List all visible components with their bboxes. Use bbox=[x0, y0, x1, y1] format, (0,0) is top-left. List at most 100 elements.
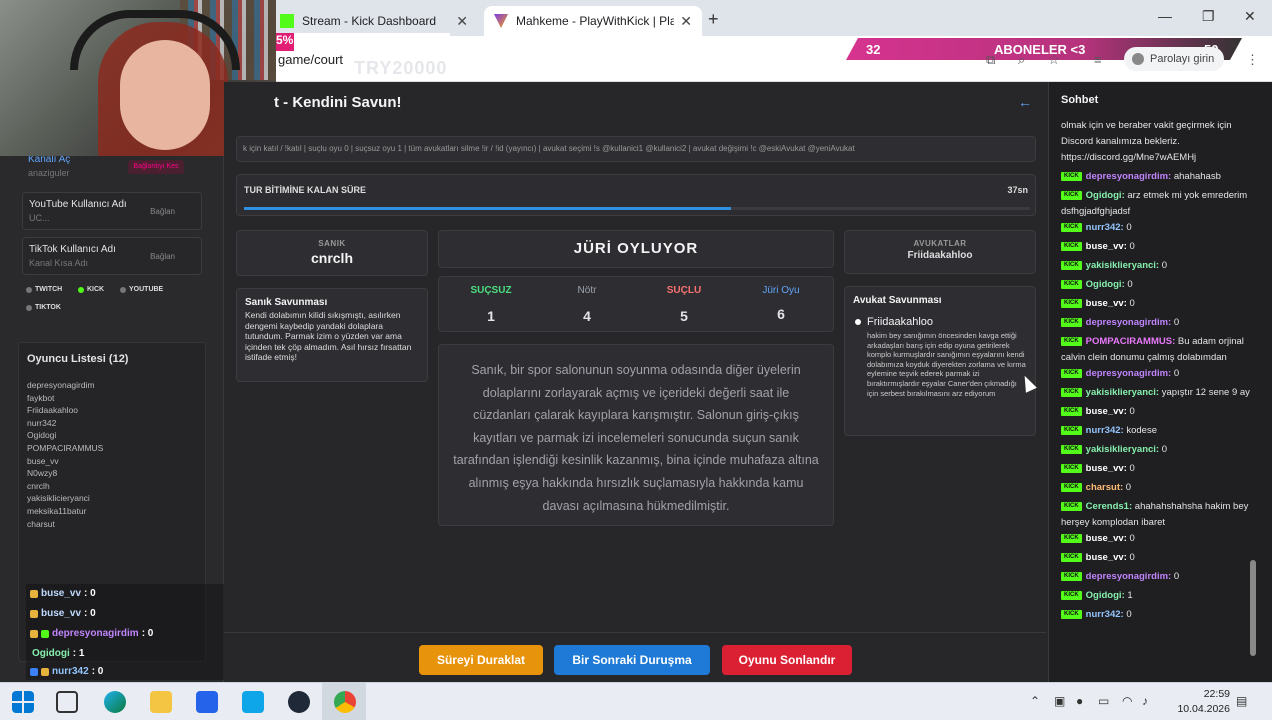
timer-value: 37sn bbox=[1007, 185, 1028, 195]
close-window-icon[interactable]: ✕ bbox=[1244, 8, 1256, 25]
chat-username[interactable]: buse_vv bbox=[1086, 552, 1124, 563]
kick-badge-icon: KICK bbox=[1061, 387, 1082, 397]
chat-messages: olmak için ve beraber vakit geçirmek içi… bbox=[1061, 118, 1251, 626]
platform-youtube[interactable]: YOUTUBE bbox=[120, 286, 163, 293]
lawyer-name: Friidaakahloo bbox=[907, 250, 973, 261]
chat-username[interactable]: nurr342 bbox=[1086, 425, 1121, 436]
profile-icon bbox=[1132, 53, 1144, 65]
chat-message: KICK POMPACIRAMMUS: Bu adam orjinal calvi… bbox=[1061, 334, 1251, 366]
end-game-button[interactable]: Oyunu Sonlandır bbox=[722, 645, 852, 675]
chat-text: 0 bbox=[1126, 552, 1135, 563]
chrome-icon[interactable] bbox=[334, 691, 356, 713]
chat-username[interactable]: depresyonagirdim bbox=[1086, 171, 1168, 182]
chat-text: 0 bbox=[1159, 260, 1168, 271]
kick-badge-icon: KICK bbox=[1061, 482, 1082, 492]
vote-count: 5 bbox=[680, 308, 688, 324]
lawyer-defense-text: hakim bey sanığımın öncesinden kavga ett… bbox=[867, 331, 1026, 398]
chat-username[interactable]: buse_vv bbox=[1086, 463, 1124, 474]
media-queue-icon[interactable]: ≡ bbox=[1094, 52, 1102, 67]
chat-username[interactable]: Ogidogi bbox=[1086, 590, 1122, 601]
tiktok-connect-button[interactable]: Bağlan bbox=[150, 252, 175, 261]
kick-badge-icon: KICK bbox=[1061, 444, 1082, 454]
close-tab-icon[interactable]: ✕ bbox=[680, 13, 692, 30]
chat-username[interactable]: buse_vv bbox=[1086, 533, 1124, 544]
back-arrow-icon[interactable]: ← bbox=[1018, 94, 1032, 110]
new-tab-icon[interactable]: + bbox=[708, 9, 719, 30]
mail-app-icon[interactable] bbox=[242, 691, 264, 713]
kick-badge-icon: KICK bbox=[1061, 222, 1082, 232]
platform-tiktok[interactable]: TIKTOK bbox=[26, 304, 61, 311]
chat-username[interactable]: buse_vv bbox=[1086, 406, 1124, 417]
system-clock[interactable]: 22:59 10.04.2026 bbox=[1177, 687, 1230, 717]
platform-twitch[interactable]: TWITCH bbox=[26, 286, 62, 293]
chat-message: KICK nurr342: 0 bbox=[1061, 220, 1251, 239]
task-view-icon[interactable] bbox=[56, 691, 78, 713]
tray-app-icon[interactable]: ▣ bbox=[1054, 694, 1065, 708]
translate-icon[interactable]: ⧉ bbox=[986, 52, 995, 68]
overlay-chat-line: depresyonagirdim: 0 bbox=[30, 628, 153, 639]
chat-text: 0 bbox=[1126, 533, 1135, 544]
chat-message: KICK depresyonagirdim: 0 bbox=[1061, 569, 1251, 588]
chat-text: 1 bbox=[1124, 590, 1133, 601]
obs-studio-icon[interactable] bbox=[288, 691, 310, 713]
chat-username[interactable]: nurr342 bbox=[1086, 609, 1121, 620]
chat-username[interactable]: depresyonagirdim bbox=[1086, 317, 1168, 328]
disconnect-button[interactable]: Bağlantıyı Kes bbox=[128, 160, 184, 174]
platform-kick[interactable]: KICK bbox=[78, 286, 104, 293]
url-field[interactable]: game/court bbox=[278, 52, 343, 67]
edge-browser-icon[interactable] bbox=[104, 691, 126, 713]
chat-username[interactable]: Cerends1 bbox=[1086, 501, 1129, 512]
chat-message: KICK buse_vv: 0 bbox=[1061, 239, 1251, 258]
chat-username[interactable]: buse_vv bbox=[1086, 298, 1124, 309]
chat-username[interactable]: yakisiklieryanci bbox=[1086, 444, 1156, 455]
tab-mahkeme[interactable]: Mahkeme - PlayWithKick | Play ✕ bbox=[484, 6, 702, 36]
browser-menu-icon[interactable]: ⋮ bbox=[1246, 52, 1259, 68]
close-tab-icon[interactable]: ✕ bbox=[456, 13, 468, 30]
chat-username[interactable]: yakisiklieryanci bbox=[1086, 387, 1156, 398]
wifi-icon[interactable]: ◠ bbox=[1122, 694, 1132, 708]
chat-username[interactable]: buse_vv bbox=[1086, 241, 1124, 252]
chat-scrollbar[interactable] bbox=[1250, 98, 1256, 658]
zoom-icon[interactable]: ⌕ bbox=[1018, 52, 1025, 68]
chat-username[interactable]: Ogidogi bbox=[1086, 279, 1122, 290]
start-menu-icon[interactable] bbox=[12, 691, 34, 713]
clock-time: 22:59 bbox=[1203, 688, 1230, 700]
defendant-defense-card: Sanık Savunması Kendi dolabımın kilidi s… bbox=[236, 288, 428, 382]
youtube-username-card[interactable]: YouTube Kullanıcı Adı UC... Bağlan bbox=[22, 192, 202, 230]
chat-text: 0 bbox=[1123, 609, 1132, 620]
platform-label: YOUTUBE bbox=[129, 286, 164, 293]
battery-icon[interactable]: ▭ bbox=[1098, 694, 1109, 708]
minimize-icon[interactable]: — bbox=[1158, 8, 1172, 24]
kick-badge-icon: KICK bbox=[1061, 241, 1082, 251]
chat-username[interactable]: depresyonagirdim bbox=[1086, 368, 1168, 379]
bookmark-star-icon[interactable]: ☆ bbox=[1048, 52, 1060, 68]
microsoft-store-icon[interactable] bbox=[196, 691, 218, 713]
platform-label: TIKTOK bbox=[35, 304, 61, 311]
vote-count: 6 bbox=[777, 306, 785, 322]
next-hearing-button[interactable]: Bir Sonraki Duruşma bbox=[554, 645, 710, 675]
notifications-icon[interactable]: ▤ bbox=[1236, 694, 1247, 708]
chat-username[interactable]: nurr342 bbox=[1086, 222, 1121, 233]
volume-icon[interactable]: ♪ bbox=[1142, 694, 1148, 708]
kick-badge-icon: KICK bbox=[1061, 463, 1082, 473]
overlay-chat-line: nurr342: 0 bbox=[30, 666, 103, 677]
scrollbar-thumb[interactable] bbox=[1250, 560, 1256, 656]
youtube-connect-button[interactable]: Bağlan bbox=[150, 207, 175, 216]
file-explorer-icon[interactable] bbox=[150, 691, 172, 713]
tiktok-username-card[interactable]: TikTok Kullanıcı Adı Kanal Kısa Adı Bağl… bbox=[22, 237, 202, 275]
chat-username[interactable]: yakisiklieryanci bbox=[1086, 260, 1156, 271]
tray-expand-icon[interactable]: ⌃ bbox=[1030, 694, 1040, 708]
tab-kick-dashboard[interactable]: Stream - Kick Dashboard ✕ bbox=[270, 6, 478, 36]
lawyer-defense-title: Avukat Savunması bbox=[853, 295, 942, 306]
defendant-defense-title: Sanık Savunması bbox=[245, 297, 328, 308]
youtube-card-title: YouTube Kullanıcı Adı bbox=[29, 199, 127, 210]
microphone-icon[interactable]: ● bbox=[1076, 694, 1083, 708]
restore-icon[interactable]: ❐ bbox=[1202, 8, 1215, 25]
chat-username[interactable]: charsut bbox=[1086, 482, 1120, 493]
profile-button[interactable]: Parolayı girin bbox=[1124, 47, 1224, 71]
kick-card-sub: anaziguler bbox=[28, 168, 70, 178]
pause-timer-button[interactable]: Süreyi Duraklat bbox=[419, 645, 543, 675]
chat-username[interactable]: Ogidogi bbox=[1086, 190, 1122, 201]
chat-username[interactable]: POMPACIRAMMUS bbox=[1086, 336, 1172, 347]
chat-username[interactable]: depresyonagirdim bbox=[1086, 571, 1168, 582]
